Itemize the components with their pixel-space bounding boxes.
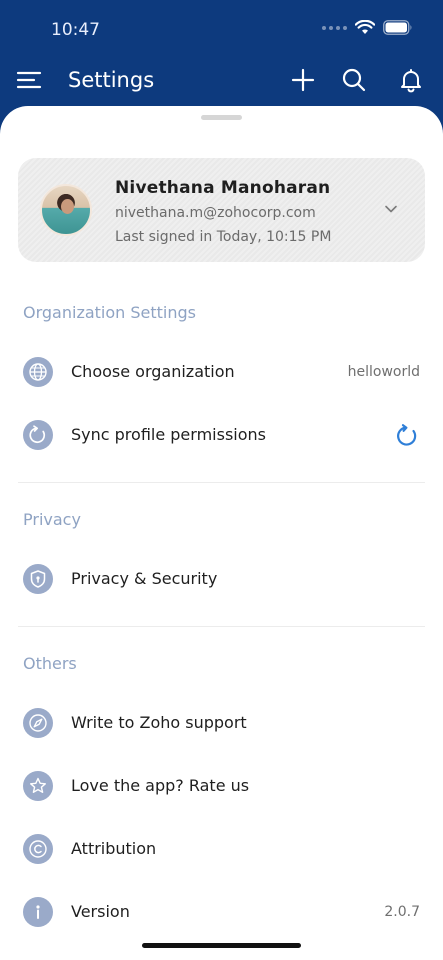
settings-sheet: Nivethana Manoharan nivethana.m@zohocorp… <box>0 106 443 960</box>
sync-permissions-row[interactable]: Sync profile permissions <box>0 410 443 460</box>
sync-refresh-icon[interactable] <box>394 423 420 449</box>
last-signed-in: Last signed in Today, 10:15 PM <box>115 229 332 245</box>
write-support-row[interactable]: Write to Zoho support <box>0 698 443 748</box>
attribution-label: Attribution <box>71 839 157 858</box>
info-icon <box>23 897 53 927</box>
profile-email: nivethana.m@zohocorp.com <box>115 205 316 221</box>
refresh-icon <box>23 420 53 450</box>
divider <box>18 482 425 483</box>
add-button[interactable] <box>289 66 317 94</box>
section-title-organization: Organization Settings <box>23 303 196 322</box>
compass-icon <box>23 708 53 738</box>
divider <box>18 626 425 627</box>
write-support-label: Write to Zoho support <box>71 713 247 732</box>
plus-icon <box>291 68 315 92</box>
notifications-button[interactable] <box>397 66 425 94</box>
section-title-others: Others <box>23 654 77 673</box>
section-title-privacy: Privacy <box>23 510 81 529</box>
search-button[interactable] <box>340 66 368 94</box>
app-header: Settings <box>0 56 443 106</box>
wifi-icon <box>355 20 375 34</box>
choose-organization-label: Choose organization <box>71 362 235 381</box>
menu-button[interactable] <box>16 68 42 92</box>
version-value: 2.0.7 <box>384 904 420 920</box>
privacy-security-label: Privacy & Security <box>71 569 218 588</box>
status-bar: 10:47 <box>0 0 443 56</box>
cellular-signal-icon <box>322 25 347 30</box>
copyright-icon <box>23 834 53 864</box>
privacy-security-row[interactable]: Privacy & Security <box>0 554 443 604</box>
rate-app-row[interactable]: Love the app? Rate us <box>0 761 443 811</box>
version-row: Version 2.0.7 <box>0 887 443 937</box>
sync-permissions-label: Sync profile permissions <box>71 425 266 444</box>
chevron-down-icon[interactable] <box>383 201 399 217</box>
rate-app-label: Love the app? Rate us <box>71 776 250 795</box>
page-title: Settings <box>68 68 155 92</box>
status-icons <box>322 20 413 35</box>
choose-organization-value: helloworld <box>347 364 420 380</box>
battery-icon <box>383 20 412 35</box>
search-icon <box>342 68 366 92</box>
profile-name: Nivethana Manoharan <box>115 178 331 198</box>
status-time: 10:47 <box>51 20 100 40</box>
choose-organization-row[interactable]: Choose organization helloworld <box>0 347 443 397</box>
globe-icon <box>23 357 53 387</box>
bell-icon <box>401 69 421 93</box>
shield-icon <box>23 564 53 594</box>
home-indicator[interactable] <box>142 943 301 948</box>
menu-icon <box>16 71 42 89</box>
profile-card[interactable]: Nivethana Manoharan nivethana.m@zohocorp… <box>18 158 425 262</box>
attribution-row[interactable]: Attribution <box>0 824 443 874</box>
sheet-grabber[interactable] <box>201 115 242 120</box>
version-label: Version <box>71 902 130 921</box>
star-icon <box>23 771 53 801</box>
avatar <box>40 184 92 236</box>
